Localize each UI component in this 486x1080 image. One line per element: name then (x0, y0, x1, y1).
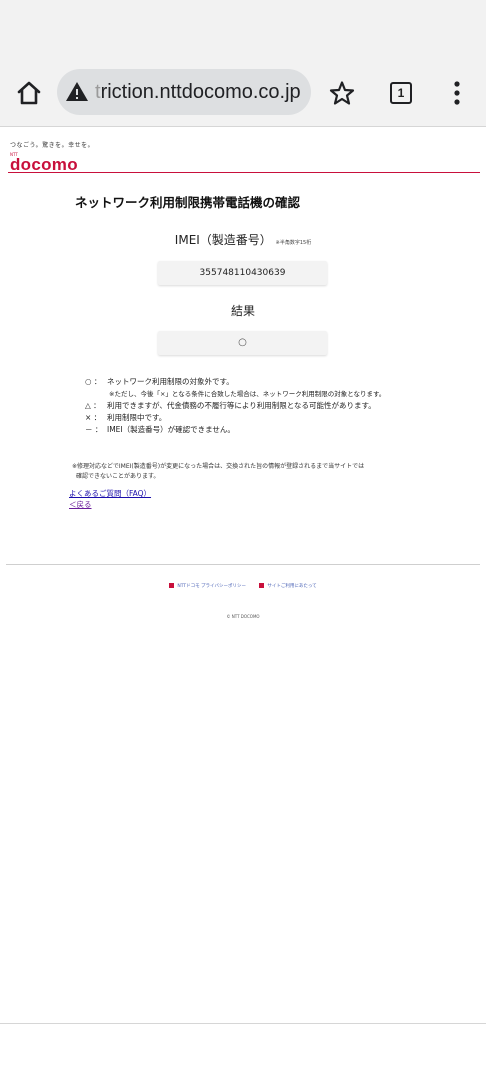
address-bar[interactable]: triction.nttdocomo.co.jp (57, 69, 311, 115)
legend-text: ※ただし、今後「×」となる条件に合致した場合は、ネットワーク利用制限の対象となり… (109, 390, 386, 398)
legend-text: ネットワーク利用制限の対象外です。 (107, 377, 234, 386)
footer-link-label: サイトご利用にあたって (267, 584, 317, 589)
legend-item-restricted: × ： 利用制限中です。 (85, 412, 385, 424)
brand-tagline: つなごう。驚きを。幸せを。 (10, 142, 95, 149)
imei-field[interactable]: 355748110430639 (158, 261, 327, 285)
notice-line: ※修理対応などでIMEI(製造番号)が変更になった場合は、交換された旨の情報が登… (72, 463, 365, 470)
result-field: ○ (158, 331, 327, 355)
tab-switcher-button[interactable]: 1 (390, 82, 412, 104)
legend-symbol: × ： (85, 413, 102, 422)
imei-change-notice: ※修理対応などでIMEI(製造番号)が変更になった場合は、交換された旨の情報が登… (72, 462, 432, 482)
imei-label: IMEI（製造番号） ※半角数字15桁 (0, 231, 486, 248)
brand-divider (8, 172, 480, 173)
legend-item-ok: ○ ： ネットワーク利用制限の対象外です。 (85, 376, 385, 388)
legend-text: 利用できますが、代金債務の不履行等により利用制限となる可能性があります。 (107, 401, 376, 410)
imei-note: ※半角数字15桁 (275, 240, 312, 246)
more-menu-icon[interactable] (452, 80, 462, 106)
bookmark-star-icon[interactable] (329, 80, 355, 106)
browser-toolbar: triction.nttdocomo.co.jp 1 (0, 62, 486, 127)
link-square-icon (259, 583, 265, 588)
footer-link-label: NTTドコモ プライバシーポリシー (177, 584, 246, 589)
footer-divider (6, 564, 480, 565)
legend-text: IMEI（製造番号）が確認できません。 (107, 425, 235, 434)
result-legend: ○ ： ネットワーク利用制限の対象外です。 ※ただし、今後「×」となる条件に合致し… (85, 376, 385, 436)
back-link[interactable]: ＜戻る (69, 499, 92, 510)
warning-icon[interactable] (65, 80, 89, 104)
footer-links: NTTドコモ プライバシーポリシー サイトご利用にあたって (0, 583, 486, 589)
brand-name: docomo (10, 155, 78, 174)
copyright: © NTT DOCOMO (226, 614, 260, 619)
imei-label-text: IMEI（製造番号） (174, 233, 272, 247)
notice-line: 確認できないことがあります。 (76, 473, 160, 480)
legend-symbol: △ ： (85, 401, 101, 410)
legend-item-triangle: △ ： 利用できますが、代金債務の不履行等により利用制限となる可能性があります。 (85, 400, 385, 412)
legend-item-unknown: － ： IMEI（製造番号）が確認できません。 (85, 424, 385, 436)
status-bar (0, 0, 486, 62)
legend-symbol: ○ ： (85, 377, 102, 386)
legend-symbol: － ： (85, 425, 103, 434)
home-icon[interactable] (14, 78, 44, 108)
footer-link-site-usage[interactable]: サイトご利用にあたって (259, 583, 317, 589)
footer-link-privacy[interactable]: NTTドコモ プライバシーポリシー (169, 583, 246, 589)
legend-item-ok-note: ※ただし、今後「×」となる条件に合致した場合は、ネットワーク利用制限の対象となり… (85, 388, 385, 400)
legend-text: 利用制限中です。 (107, 413, 167, 422)
docomo-logo[interactable]: つなごう。驚きを。幸せを。 NTT docomo (10, 140, 210, 173)
link-square-icon (169, 583, 175, 588)
result-label: 結果 (230, 304, 255, 318)
navigation-bar-divider (0, 1023, 486, 1024)
faq-link[interactable]: よくあるご質問（FAQ） (69, 488, 151, 499)
page-title: ネットワーク利用制限携帯電話機の確認 (75, 195, 301, 210)
url-text: triction.nttdocomo.co.jp (95, 81, 309, 104)
url-host: riction.nttdocomo.co.jp (100, 81, 301, 103)
